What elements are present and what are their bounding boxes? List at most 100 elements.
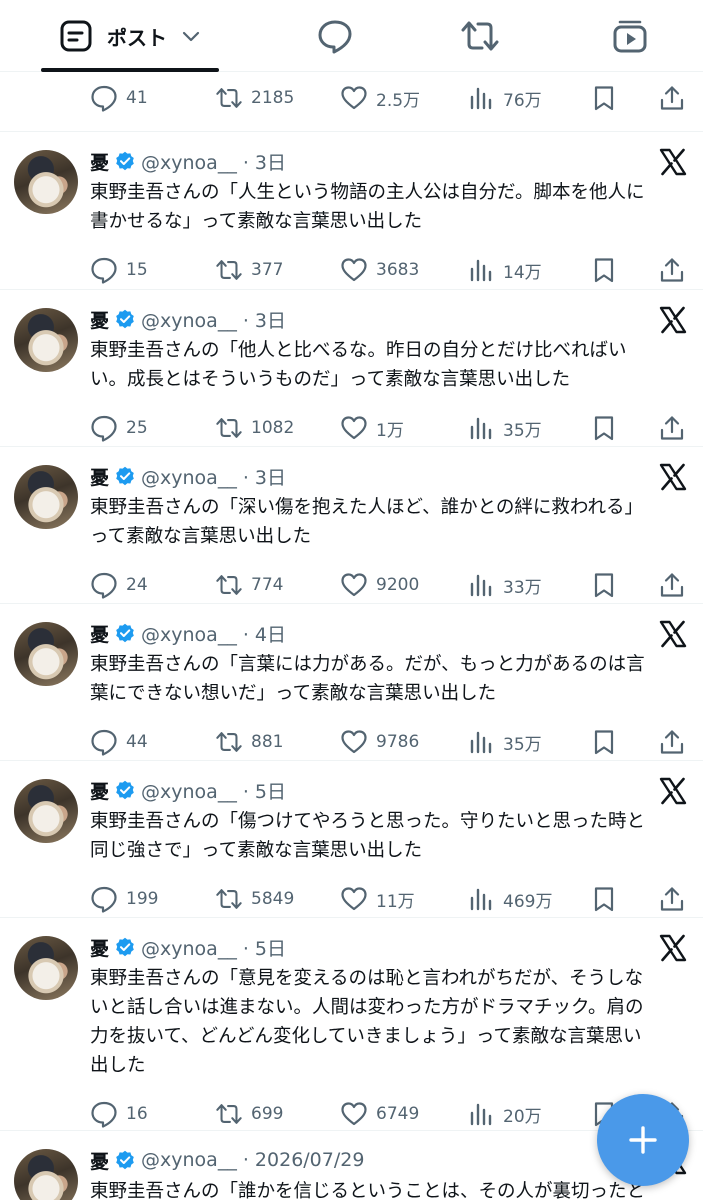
handle-and-time[interactable]: @xynoa__ · 4日 bbox=[141, 620, 286, 647]
repost-button[interactable]: 2185 bbox=[215, 78, 294, 118]
like-button[interactable]: 9786 bbox=[340, 722, 419, 762]
tab-replies[interactable] bbox=[300, 0, 370, 72]
tweet-text: 東野圭吾さんの「深い傷を抱えた人ほど、誰かとの絆に救われる」 って素敵な言葉思い… bbox=[90, 497, 643, 547]
bar-chart-icon bbox=[467, 728, 495, 756]
display-name[interactable]: 憂 bbox=[90, 934, 109, 961]
avatar[interactable] bbox=[14, 308, 78, 372]
handle-and-time[interactable]: @xynoa__ · 5日 bbox=[141, 777, 286, 804]
reposts-count: 1082 bbox=[251, 418, 295, 438]
like-button[interactable]: 9200 bbox=[340, 565, 419, 605]
reply-button[interactable]: 25 bbox=[90, 408, 148, 448]
views-button[interactable]: 35万 bbox=[467, 408, 542, 448]
heart-icon bbox=[340, 1100, 368, 1128]
repost-button[interactable]: 377 bbox=[215, 250, 283, 290]
tweet-text: 東野圭吾さんの「言葉には力がある。だが、もっと力があるのは言 葉にできない想いだ… bbox=[90, 654, 645, 704]
views-count: 33万 bbox=[503, 577, 542, 598]
share-button[interactable] bbox=[658, 722, 686, 762]
display-name[interactable]: 憂 bbox=[90, 463, 109, 490]
heart-icon bbox=[340, 414, 368, 442]
handle-and-time[interactable]: @xynoa__ · 5日 bbox=[141, 934, 286, 961]
verified-badge-icon bbox=[115, 937, 135, 957]
tweet[interactable]: 憂 @xynoa__ · 5日 東野圭吾さんの「傷つけてやろうと思った。守りたいと思… bbox=[0, 761, 703, 918]
like-button[interactable]: 3683 bbox=[340, 250, 419, 290]
views-count: 14万 bbox=[503, 262, 542, 283]
tweet[interactable]: 憂 @xynoa__ · 3日東野圭吾さんの「人生という物語の主人公は自分だ。脚本… bbox=[0, 132, 703, 290]
verified-badge-icon bbox=[115, 623, 135, 643]
display-name[interactable]: 憂 bbox=[90, 148, 109, 175]
tab-media[interactable] bbox=[595, 0, 665, 72]
tweet[interactable]: 憂 @xynoa__ · 4日東野圭吾さんの「言葉には力がある。だが、もっと力があ… bbox=[0, 604, 703, 761]
share-button[interactable] bbox=[658, 408, 686, 448]
likes-count: 3683 bbox=[376, 260, 420, 280]
handle-and-time[interactable]: @xynoa__ · 2026/07/29 bbox=[141, 1149, 364, 1171]
tweet[interactable]: 憂 @xynoa__ · 3日東野圭吾さんの「深い傷を抱えた人ほど、誰かとの絆に救… bbox=[0, 447, 703, 604]
reply-button[interactable]: 44 bbox=[90, 722, 148, 762]
action-row: 25 1082 1万 35万 bbox=[0, 408, 703, 448]
like-button[interactable]: 2.5万 bbox=[340, 78, 420, 118]
tab-posts[interactable]: ポスト bbox=[40, 0, 220, 72]
views-button[interactable]: 33万 bbox=[467, 565, 542, 605]
action-row: 15 377 3683 14万 bbox=[0, 250, 703, 290]
reply-button[interactable]: 16 bbox=[90, 1094, 148, 1134]
display-name[interactable]: 憂 bbox=[90, 1147, 109, 1174]
reply-bubble-icon bbox=[318, 20, 352, 54]
bookmark-button[interactable] bbox=[590, 250, 618, 290]
chevron-down-icon[interactable] bbox=[181, 26, 201, 46]
avatar[interactable] bbox=[14, 936, 78, 1000]
handle-and-time[interactable]: @xynoa__ · 3日 bbox=[141, 306, 286, 333]
avatar[interactable] bbox=[14, 465, 78, 529]
like-button[interactable]: 6749 bbox=[340, 1094, 419, 1134]
bar-chart-icon bbox=[467, 885, 495, 913]
reply-button[interactable]: 15 bbox=[90, 250, 148, 290]
likes-count: 9200 bbox=[376, 575, 420, 595]
avatar[interactable] bbox=[14, 779, 78, 843]
views-button[interactable]: 35万 bbox=[467, 722, 542, 762]
x-logo-icon bbox=[659, 934, 687, 962]
share-button[interactable] bbox=[658, 250, 686, 290]
likes-count: 9786 bbox=[376, 732, 420, 752]
reposts-count: 2185 bbox=[251, 88, 295, 108]
repost-button[interactable]: 881 bbox=[215, 722, 283, 762]
bookmark-icon bbox=[590, 728, 618, 756]
display-name[interactable]: 憂 bbox=[90, 306, 109, 333]
repost-button[interactable]: 699 bbox=[215, 1094, 283, 1134]
bookmark-button[interactable] bbox=[590, 78, 618, 118]
like-button[interactable]: 1万 bbox=[340, 408, 404, 448]
views-button[interactable]: 76万 bbox=[467, 78, 542, 118]
display-name[interactable]: 憂 bbox=[90, 620, 109, 647]
x-logo-icon bbox=[659, 620, 687, 648]
share-button[interactable] bbox=[658, 78, 686, 118]
like-button[interactable]: 11万 bbox=[340, 879, 415, 919]
avatar[interactable] bbox=[14, 1149, 78, 1200]
tweet-text: 東野圭吾さんの「人生という物語の主人公は自分だ。脚本を他人に 書かせるな」って素… bbox=[90, 182, 645, 232]
share-button[interactable] bbox=[658, 565, 686, 605]
tweet[interactable]: 憂 @xynoa__ · 5日 東野圭吾さんの「意見を変えるのは恥と言われがちだが、… bbox=[0, 918, 703, 1131]
repost-button[interactable]: 1082 bbox=[215, 408, 294, 448]
bar-chart-icon bbox=[467, 571, 495, 599]
replies-count: 44 bbox=[126, 732, 148, 752]
reply-button[interactable]: 41 bbox=[90, 78, 148, 118]
views-button[interactable]: 469万 bbox=[467, 879, 552, 919]
views-button[interactable]: 20万 bbox=[467, 1094, 542, 1134]
reply-button[interactable]: 24 bbox=[90, 565, 148, 605]
tab-reposts[interactable] bbox=[445, 0, 515, 72]
share-button[interactable] bbox=[658, 879, 686, 919]
handle-and-time[interactable]: @xynoa__ · 3日 bbox=[141, 148, 286, 175]
handle-and-time[interactable]: @xynoa__ · 3日 bbox=[141, 463, 286, 490]
reply-button[interactable]: 199 bbox=[90, 879, 158, 919]
compose-button[interactable] bbox=[597, 1094, 689, 1186]
avatar[interactable] bbox=[14, 150, 78, 214]
bookmark-button[interactable] bbox=[590, 565, 618, 605]
display-name[interactable]: 憂 bbox=[90, 777, 109, 804]
bookmark-button[interactable] bbox=[590, 408, 618, 448]
tweet[interactable]: 憂 @xynoa__ · 3日東野圭吾さんの「他人と比べるな。昨日の自分とだけ比べ… bbox=[0, 290, 703, 447]
tweet-text: 東野圭吾さんの「誰かを信じるということは、その人が裏切ったと bbox=[90, 1181, 646, 1200]
tweet-text: 東野圭吾さんの「他人と比べるな。昨日の自分とだけ比べればい い。成長とはそういう… bbox=[90, 340, 627, 390]
repost-button[interactable]: 5849 bbox=[215, 879, 294, 919]
avatar[interactable] bbox=[14, 622, 78, 686]
views-button[interactable]: 14万 bbox=[467, 250, 542, 290]
repost-button[interactable]: 774 bbox=[215, 565, 283, 605]
bookmark-button[interactable] bbox=[590, 879, 618, 919]
bookmark-icon bbox=[590, 885, 618, 913]
bookmark-button[interactable] bbox=[590, 722, 618, 762]
